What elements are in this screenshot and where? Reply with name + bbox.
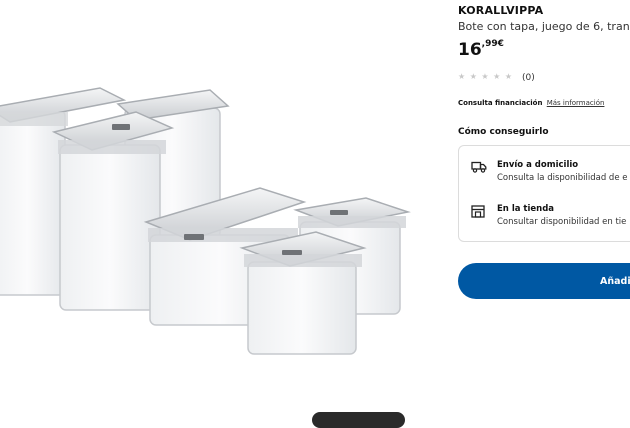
container-small-front (239, 231, 367, 355)
product-price: 16,99€ (458, 39, 504, 60)
product-name: KORALLVIPPA (458, 4, 544, 17)
financing-more-info-link[interactable]: Más información (547, 99, 605, 107)
add-to-cart-button[interactable]: Añadi (458, 263, 630, 299)
truck-icon (471, 161, 487, 173)
store-icon (471, 205, 485, 218)
price-decimal: ,99€ (481, 39, 504, 49)
product-image (0, 87, 411, 355)
price-integer: 16 (458, 40, 482, 60)
delivery-options-box: Envío a domicilio Consulta la disponibil… (458, 145, 630, 242)
product-description: Bote con tapa, juego de 6, transpa (458, 20, 630, 33)
delivery-option-title: En la tienda (497, 204, 555, 214)
financing-row: Consulta financiación Más información (458, 99, 604, 107)
delivery-option-title: Envío a domicilio (497, 160, 579, 170)
delivery-option-subtitle: Consultar disponibilidad en tie (497, 217, 627, 227)
delivery-section-title: Cómo conseguirlo (458, 127, 549, 137)
rating-count[interactable]: (0) (522, 73, 535, 83)
financing-label: Consulta financiación (458, 99, 543, 107)
product-info-panel: KORALLVIPPA Bote con tapa, juego de 6, t… (458, 0, 630, 420)
rating-stars[interactable]: ★ ★ ★ ★ ★ (458, 72, 513, 81)
bottom-pill-control[interactable] (312, 412, 405, 428)
delivery-option-subtitle: Consulta la disponibilidad de e (497, 173, 628, 183)
